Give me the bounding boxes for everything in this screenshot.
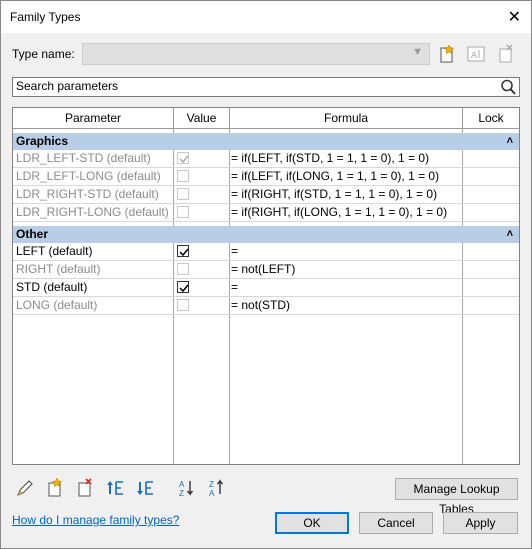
sort-descending-button[interactable]: Z A (207, 478, 227, 498)
delete-parameter-icon (78, 478, 92, 497)
collapse-icon[interactable]: ˄ (507, 133, 513, 150)
ok-button[interactable]: OK (275, 512, 349, 534)
dialog-title: Family Types (10, 10, 81, 24)
parameter-name: STD (default) (16, 280, 88, 294)
value-checkbox[interactable] (177, 281, 189, 293)
group-name: Graphics (16, 134, 69, 148)
new-parameter-icon (48, 477, 63, 497)
help-link[interactable]: How do I manage family types? (12, 513, 179, 527)
delete-type-icon (499, 44, 513, 63)
parameter-name: LDR_LEFT-LONG (default) (16, 169, 161, 183)
parameter-row[interactable]: RIGHT (default) = not(LEFT) (13, 261, 519, 279)
formula-text[interactable]: = if(RIGHT, if(STD, 1 = 1, 1 = 0), 1 = 0… (231, 186, 463, 204)
parameter-row[interactable]: LEFT (default) = (13, 243, 519, 261)
rename-type-icon: A (467, 46, 485, 62)
checkmark-icon (179, 155, 189, 164)
column-header-parameter[interactable]: Parameter (13, 108, 174, 129)
value-checkbox (177, 152, 189, 164)
type-name-combo[interactable]: ▼ (82, 43, 430, 65)
new-type-button[interactable] (436, 44, 458, 64)
parameter-name: LONG (default) (16, 298, 98, 312)
column-header-formula[interactable]: Formula (230, 108, 463, 129)
collapse-icon[interactable]: ˄ (507, 226, 513, 243)
parameter-name: LDR_RIGHT-STD (default) (16, 187, 159, 201)
move-down-icon (137, 481, 153, 495)
cancel-button[interactable]: Cancel (359, 512, 433, 534)
chevron-down-icon: ▼ (412, 46, 423, 58)
parameter-row[interactable]: LONG (default) = not(STD) (13, 297, 519, 315)
search-field[interactable] (12, 77, 520, 97)
group-header-other[interactable]: Other ˄ (13, 226, 519, 243)
apply-button[interactable]: Apply (443, 512, 518, 534)
sort-descending-icon: Z A (209, 479, 224, 498)
svg-text:Z: Z (209, 480, 214, 489)
svg-text:A: A (209, 489, 215, 498)
parameters-grid: Parameter Value Formula Lock Graphics ˄ … (12, 107, 520, 465)
value-checkbox[interactable] (177, 245, 189, 257)
new-type-icon (440, 44, 455, 63)
group-name: Other (16, 227, 49, 241)
move-down-button[interactable] (135, 478, 155, 498)
value-checkbox (177, 263, 189, 275)
formula-text[interactable]: = not(LEFT) (231, 261, 463, 279)
value-checkbox (177, 188, 189, 200)
rename-type-button[interactable]: A (465, 44, 487, 64)
parameter-name: LDR_LEFT-STD (default) (16, 151, 151, 165)
column-header-value[interactable]: Value (174, 108, 230, 129)
search-icon[interactable] (499, 78, 517, 99)
parameter-row[interactable]: LDR_LEFT-LONG (default) = if(LEFT, if(LO… (13, 168, 519, 186)
search-input[interactable] (13, 78, 499, 94)
move-up-button[interactable] (105, 478, 125, 498)
checkmark-icon (179, 284, 189, 293)
svg-text:Z: Z (179, 489, 184, 498)
type-name-label: Type name: (12, 47, 75, 61)
close-icon[interactable]: ✕ (508, 7, 521, 27)
formula-text[interactable]: = (231, 243, 463, 261)
parameter-name: LDR_RIGHT-LONG (default) (16, 205, 169, 219)
title-bar: Family Types ✕ (1, 1, 531, 33)
formula-text[interactable]: = if(LEFT, if(LONG, 1 = 1, 1 = 0), 1 = 0… (231, 168, 463, 186)
formula-text[interactable]: = if(RIGHT, if(LONG, 1 = 1, 1 = 0), 1 = … (231, 204, 463, 222)
value-checkbox (177, 206, 189, 218)
column-header-lock[interactable]: Lock (463, 108, 519, 129)
parameter-name: RIGHT (default) (16, 262, 101, 276)
formula-text[interactable]: = if(LEFT, if(STD, 1 = 1, 1 = 0), 1 = 0) (231, 150, 463, 168)
move-up-icon (107, 481, 123, 495)
svg-text:A: A (471, 50, 477, 60)
sort-ascending-button[interactable]: A Z (177, 478, 197, 498)
parameter-row[interactable]: STD (default) = (13, 279, 519, 297)
value-checkbox (177, 170, 189, 182)
delete-parameter-button[interactable] (75, 478, 95, 498)
new-parameter-button[interactable] (45, 477, 65, 498)
formula-text[interactable]: = (231, 279, 463, 297)
parameter-row[interactable]: LDR_RIGHT-LONG (default) = if(RIGHT, if(… (13, 204, 519, 222)
checkmark-icon (179, 248, 189, 257)
pencil-icon (17, 480, 33, 496)
formula-text[interactable]: = not(STD) (231, 297, 463, 315)
group-header-graphics[interactable]: Graphics ˄ (13, 133, 519, 150)
svg-text:A: A (179, 480, 185, 489)
sort-ascending-icon: A Z (179, 480, 194, 498)
value-checkbox (177, 299, 189, 311)
manage-lookup-tables-button[interactable]: Manage Lookup Tables (395, 478, 518, 516)
parameter-name: LEFT (default) (16, 244, 93, 258)
delete-type-button[interactable] (495, 44, 517, 64)
parameter-row[interactable]: LDR_LEFT-STD (default) = if(LEFT, if(STD… (13, 150, 519, 168)
parameter-row[interactable]: LDR_RIGHT-STD (default) = if(RIGHT, if(S… (13, 186, 519, 204)
edit-parameter-button[interactable] (15, 478, 35, 498)
